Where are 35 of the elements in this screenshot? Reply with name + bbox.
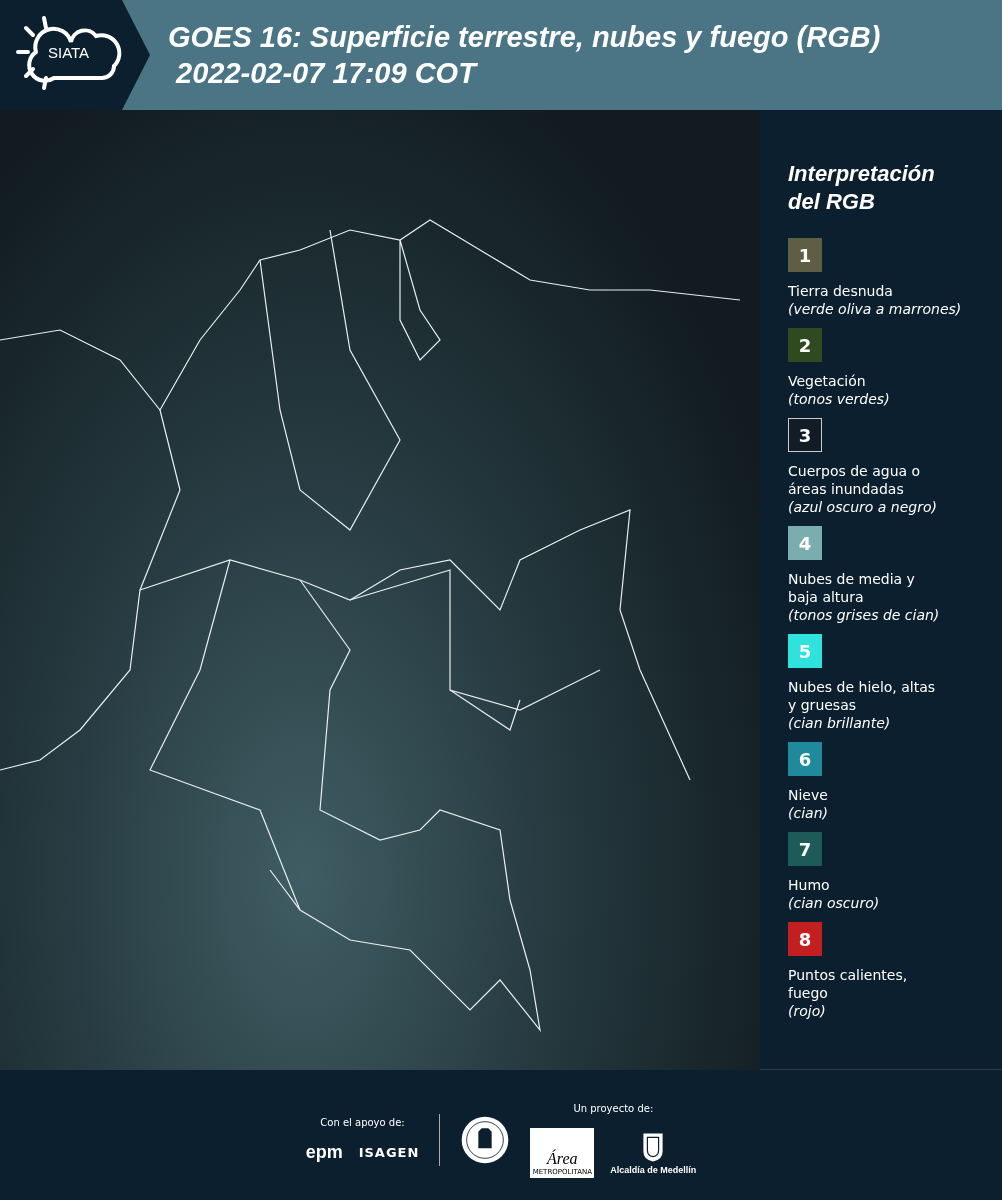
legend-note: (cian brillante) [788,714,892,732]
color-swatch: 8 [788,922,822,956]
legend-label: Nieve [788,786,829,804]
legend-note: (cian) [788,804,829,822]
legend-note: (tonos verdes) [788,390,891,408]
sponsor-logo: epm [305,1142,343,1163]
coat-of-arms-icon [641,1130,666,1163]
seal-icon [460,1115,511,1165]
legend-label: Tierra desnuda [788,282,894,300]
color-swatch: 1 [788,238,822,272]
sponsor-logo: ISAGEN [358,1145,420,1160]
logo-text: SIATA [48,44,90,61]
legend-title: Interpretación del RGB [788,160,936,216]
timestamp: 2022-02-07 17:09 COT [174,56,479,91]
color-swatch: 7 [788,832,822,866]
legend-label: Vegetación [788,372,867,390]
color-swatch: 2 [788,328,822,362]
page-title: GOES 16: Superficie terrestre, nubes y fuego (RGB) [168,20,881,55]
legend-note: (cian oscuro) [788,894,881,912]
city-logo-text: Alcaldía de Medellín [610,1164,697,1175]
legend-label: Nubes de media y baja altura [788,570,916,606]
color-swatch: 3 [788,418,822,452]
legend-note: (tonos grises de cian) [788,606,941,624]
color-swatch: 6 [788,742,822,776]
legend-label: Humo [788,876,831,894]
legend-note: (azul oscuro a negro) [788,498,938,516]
legend-label: Cuerpos de agua o áreas inundadas [788,462,922,498]
color-swatch: 4 [788,526,822,560]
legend-note: (rojo) [788,1002,827,1020]
color-swatch: 5 [788,634,822,668]
legend-label: Nubes de hielo, altas y gruesas [788,678,937,714]
legend-note: (verde oliva a marrones) [788,300,963,318]
project-caption: Un proyecto de: [573,1102,654,1114]
legend-label: Puntos calientes, fuego [788,966,909,1002]
support-caption: Con el apoyo de: [320,1117,405,1128]
